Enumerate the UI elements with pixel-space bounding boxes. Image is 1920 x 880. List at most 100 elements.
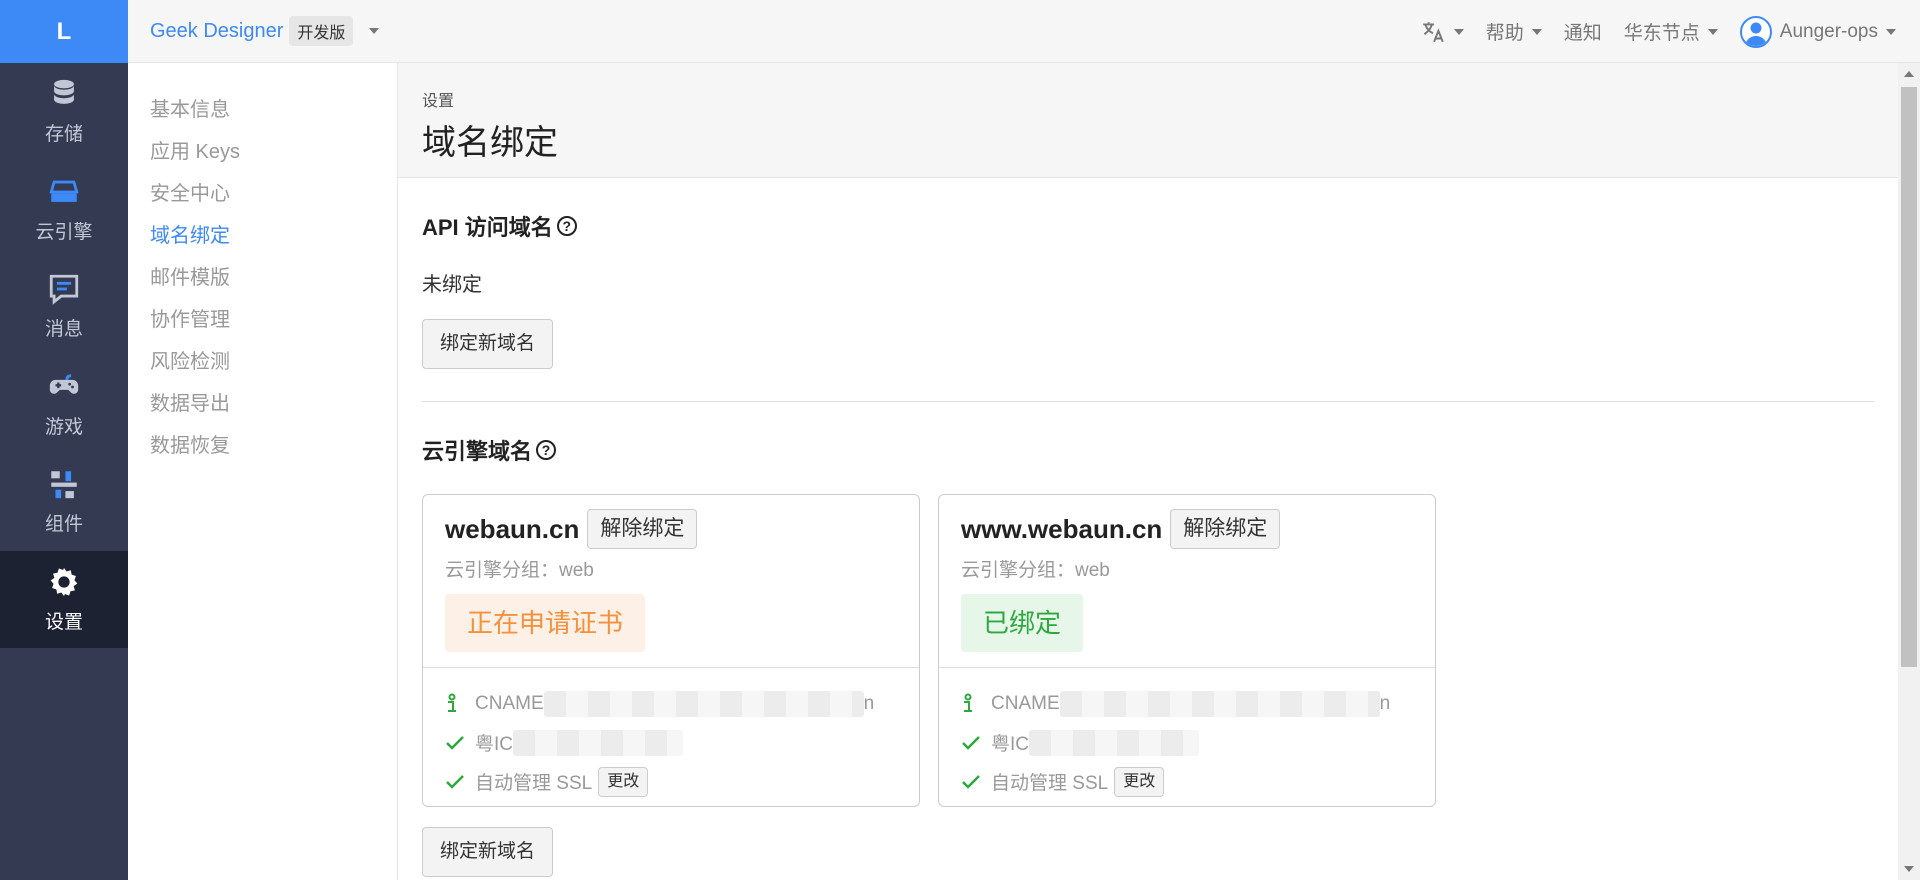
subnav-item-basic-info[interactable]: 基本信息 <box>128 89 397 131</box>
help-circle-icon[interactable]: ? <box>536 440 557 460</box>
domain-name: webaun.cn <box>445 513 580 544</box>
scrollbar-thumb[interactable] <box>1901 87 1917 667</box>
env-badge: 开发版 <box>289 16 354 46</box>
nav-item-messages[interactable]: 消息 <box>0 258 128 356</box>
subnav-item-risk-detection[interactable]: 风险检测 <box>128 341 397 383</box>
app-switcher-chevron-down-icon[interactable] <box>369 28 380 34</box>
check-icon <box>446 774 464 789</box>
user-icon <box>1744 22 1767 46</box>
chevron-down-icon <box>1707 28 1718 35</box>
language-switcher[interactable] <box>1420 19 1464 45</box>
chevron-down-icon <box>1453 28 1464 35</box>
icp-label: 粤IC <box>991 734 1030 755</box>
database-icon <box>54 80 74 105</box>
ssl-row: 自动管理 SSL 更改 <box>445 762 899 801</box>
cname-label: CNAME <box>475 692 544 714</box>
check-icon <box>962 735 980 750</box>
icp-label: 粤IC <box>475 734 514 755</box>
change-ssl-button[interactable]: 更改 <box>1114 766 1165 797</box>
bind-api-domain-button[interactable]: 绑定新域名 <box>422 319 554 369</box>
section-title-text: 云引擎域名 <box>422 439 533 464</box>
engine-group: 云引擎分组：web <box>445 560 594 581</box>
nav-item-settings[interactable]: 设置 <box>0 550 128 648</box>
cname-label: CNAME <box>991 692 1060 714</box>
nav-label: 消息 <box>44 319 83 341</box>
info-icon <box>448 693 456 712</box>
check-icon <box>962 774 980 789</box>
section-title-text: API 访问域名 <box>422 215 553 240</box>
top-bar: Geek Designer 开发版 帮助 通知 华东节点 Aunger-ops <box>128 0 1920 63</box>
check-icon <box>446 735 464 750</box>
subnav-item-domain-binding[interactable]: 域名绑定 <box>128 215 397 257</box>
bind-engine-domain-button[interactable]: 绑定新域名 <box>422 827 554 877</box>
subnav-item-collaboration[interactable]: 协作管理 <box>128 299 397 341</box>
nav-item-storage[interactable]: 存储 <box>0 63 128 161</box>
engine-domain-section-title: 云引擎域名 ? <box>422 434 1874 466</box>
nav-item-games[interactable]: 游戏 <box>0 356 128 454</box>
subnav-item-email-templates[interactable]: 邮件模版 <box>128 257 397 299</box>
nav-label: 云引擎 <box>35 221 93 243</box>
page-body: API 访问域名 ? 未绑定 绑定新域名 云引擎域名 ? webaun.cn 解… <box>398 210 1898 877</box>
nav-label: 存储 <box>44 124 83 146</box>
help-label: 帮助 <box>1485 23 1524 44</box>
subnav-item-security[interactable]: 安全中心 <box>128 173 397 215</box>
cname-suffix: n <box>863 692 875 714</box>
api-domain-status: 未绑定 <box>422 274 482 296</box>
subnav-item-app-keys[interactable]: 应用 Keys <box>128 131 397 173</box>
section-divider <box>422 401 1874 402</box>
redacted-cname <box>1059 690 1380 717</box>
icp-row: 粤IC <box>445 723 899 762</box>
page-title: 域名绑定 <box>422 124 558 162</box>
subnav-item-data-export[interactable]: 数据导出 <box>128 383 397 425</box>
subnav-item-data-restore[interactable]: 数据恢复 <box>128 425 397 467</box>
vertical-scrollbar[interactable] <box>1898 63 1920 880</box>
cname-row: CNAME n <box>961 684 1415 723</box>
redacted-cname <box>543 690 864 717</box>
username-label: Aunger-ops <box>1779 20 1878 42</box>
app-logo[interactable]: L <box>0 0 128 63</box>
icp-row: 粤IC <box>961 723 1415 762</box>
change-ssl-button[interactable]: 更改 <box>598 766 649 797</box>
server-icon <box>49 180 79 202</box>
nav-item-components[interactable]: 组件 <box>0 453 128 551</box>
redacted-icp <box>513 729 684 756</box>
main-sidebar: L 存储 云引擎 消息 游戏 组件 设置 <box>0 0 128 880</box>
help-circle-icon[interactable]: ? <box>556 216 577 236</box>
breadcrumb: 设置 <box>422 93 455 110</box>
gamepad-icon <box>49 374 79 394</box>
nav-label: 组件 <box>44 514 83 536</box>
ssl-label: 自动管理 SSL <box>991 773 1109 794</box>
gear-icon <box>50 567 78 596</box>
chevron-down-icon <box>1886 28 1896 35</box>
api-domain-section-title: API 访问域名 ? <box>422 210 1874 242</box>
domain-card: webaun.cn 解除绑定 云引擎分组：web 正在申请证书 CNAME n <box>422 494 920 807</box>
help-menu[interactable]: 帮助 <box>1486 18 1542 45</box>
user-menu[interactable]: Aunger-ops <box>1739 15 1896 48</box>
nav-item-cloud-engine[interactable]: 云引擎 <box>0 161 128 259</box>
ssl-row: 自动管理 SSL 更改 <box>961 762 1415 801</box>
top-right-menu: 帮助 通知 华东节点 Aunger-ops <box>1420 0 1896 63</box>
region-label: 华东节点 <box>1623 23 1700 44</box>
scroll-up-arrow-icon[interactable] <box>1904 71 1914 77</box>
notifications-link[interactable]: 通知 <box>1564 18 1602 45</box>
info-icon <box>964 693 972 712</box>
cname-row: CNAME n <box>445 684 899 723</box>
message-icon <box>49 275 79 305</box>
domain-name: www.webaun.cn <box>961 513 1163 544</box>
notify-label: 通知 <box>1563 23 1602 44</box>
redacted-icp <box>1029 729 1200 756</box>
domain-card: www.webaun.cn 解除绑定 云引擎分组：web 已绑定 CNAME n <box>938 494 1436 807</box>
avatar <box>1739 15 1772 48</box>
region-selector[interactable]: 华东节点 <box>1624 18 1718 45</box>
translate-icon <box>1422 21 1444 42</box>
status-badge: 已绑定 <box>961 594 1084 652</box>
scroll-down-arrow-icon[interactable] <box>1904 866 1914 872</box>
app-name-link[interactable]: Geek Designer <box>150 20 283 43</box>
status-badge: 正在申请证书 <box>445 594 646 652</box>
page-header: 设置 域名绑定 <box>398 63 1898 178</box>
engine-group: 云引擎分组：web <box>961 560 1110 581</box>
main-content: 设置 域名绑定 API 访问域名 ? 未绑定 绑定新域名 云引擎域名 ? web… <box>398 63 1898 880</box>
cname-suffix: n <box>1379 692 1391 714</box>
unbind-button[interactable]: 解除绑定 <box>587 509 698 549</box>
unbind-button[interactable]: 解除绑定 <box>1170 509 1281 549</box>
